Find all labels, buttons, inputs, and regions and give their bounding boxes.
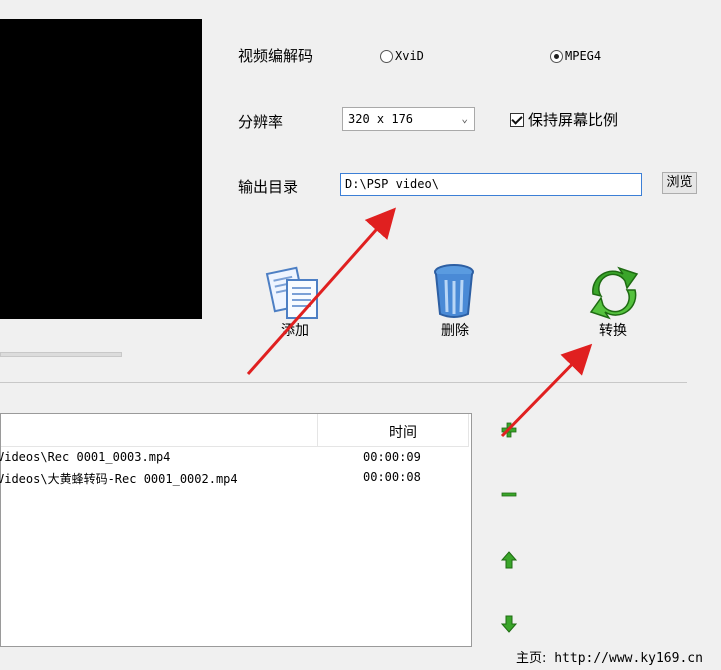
convert-button-label: 转换: [599, 323, 627, 339]
output-dir-input[interactable]: D:\PSP video\: [340, 173, 642, 196]
column-divider: [317, 414, 318, 446]
radio-mpeg4[interactable]: MPEG4: [550, 49, 601, 63]
remove-file-button[interactable]: [499, 484, 519, 504]
file-duration: 00:00:08: [363, 470, 421, 484]
browse-button[interactable]: 浏览: [662, 172, 697, 194]
table-row[interactable]: Videos\Rec 0001_0003.mp4 00:00:09: [0, 448, 469, 468]
radio-xvid-dot: [380, 49, 393, 63]
move-down-icon: [501, 615, 517, 633]
radio-mpeg4-dot: [550, 49, 563, 63]
resolution-value: 320 x 176: [348, 112, 414, 126]
keep-ratio-label: 保持屏幕比例: [528, 111, 619, 129]
trash-icon: [434, 264, 474, 318]
output-dir-label: 输出目录: [238, 178, 299, 196]
radio-xvid[interactable]: XviD: [380, 49, 424, 63]
add-file-button[interactable]: [499, 420, 519, 440]
file-duration: 00:00:09: [363, 450, 421, 464]
file-list[interactable]: 时间 Videos\Rec 0001_0003.mp4 00:00:09 Vid…: [0, 413, 472, 647]
delete-button-label: 删除: [441, 323, 469, 339]
delete-button[interactable]: 删除: [415, 264, 495, 346]
divider: [0, 382, 687, 383]
checkbox-box: [510, 112, 524, 127]
time-column-header[interactable]: 时间: [389, 422, 417, 442]
resolution-label: 分辨率: [238, 113, 284, 131]
table-row[interactable]: Videos\大黄蜂转码-Rec 0001_0002.mp4 00:00:08: [0, 468, 469, 488]
move-up-icon: [501, 551, 517, 569]
radio-mpeg4-label: MPEG4: [565, 49, 602, 63]
chevron-down-icon: ⌄: [461, 112, 468, 125]
seek-bar[interactable]: [0, 352, 122, 357]
file-path: Videos\大黄蜂转码-Rec 0001_0002.mp4: [0, 472, 238, 486]
file-list-header: 时间: [1, 414, 469, 447]
file-path: Videos\Rec 0001_0003.mp4: [0, 450, 171, 464]
radio-xvid-label: XviD: [395, 49, 424, 63]
move-down-button[interactable]: [499, 614, 519, 634]
homepage-label: 主页:: [516, 651, 547, 666]
codec-label: 视频编解码: [238, 47, 314, 65]
add-button-label: 添加: [281, 323, 309, 339]
column-divider: [468, 414, 469, 446]
add-button[interactable]: 添加: [255, 266, 335, 346]
documents-icon: [265, 266, 318, 319]
move-up-button[interactable]: [499, 550, 519, 570]
homepage-link[interactable]: 主页: http://www.ky169.cn: [516, 647, 703, 666]
keep-ratio-checkbox[interactable]: 保持屏幕比例: [510, 109, 618, 130]
resolution-select[interactable]: 320 x 176 ⌄: [342, 107, 475, 131]
convert-button[interactable]: 转换: [573, 266, 653, 346]
homepage-url: http://www.ky169.cn: [554, 651, 703, 666]
recycle-icon: [589, 266, 639, 320]
video-preview: [0, 19, 202, 319]
add-icon: [501, 422, 517, 438]
remove-icon: [501, 492, 517, 497]
